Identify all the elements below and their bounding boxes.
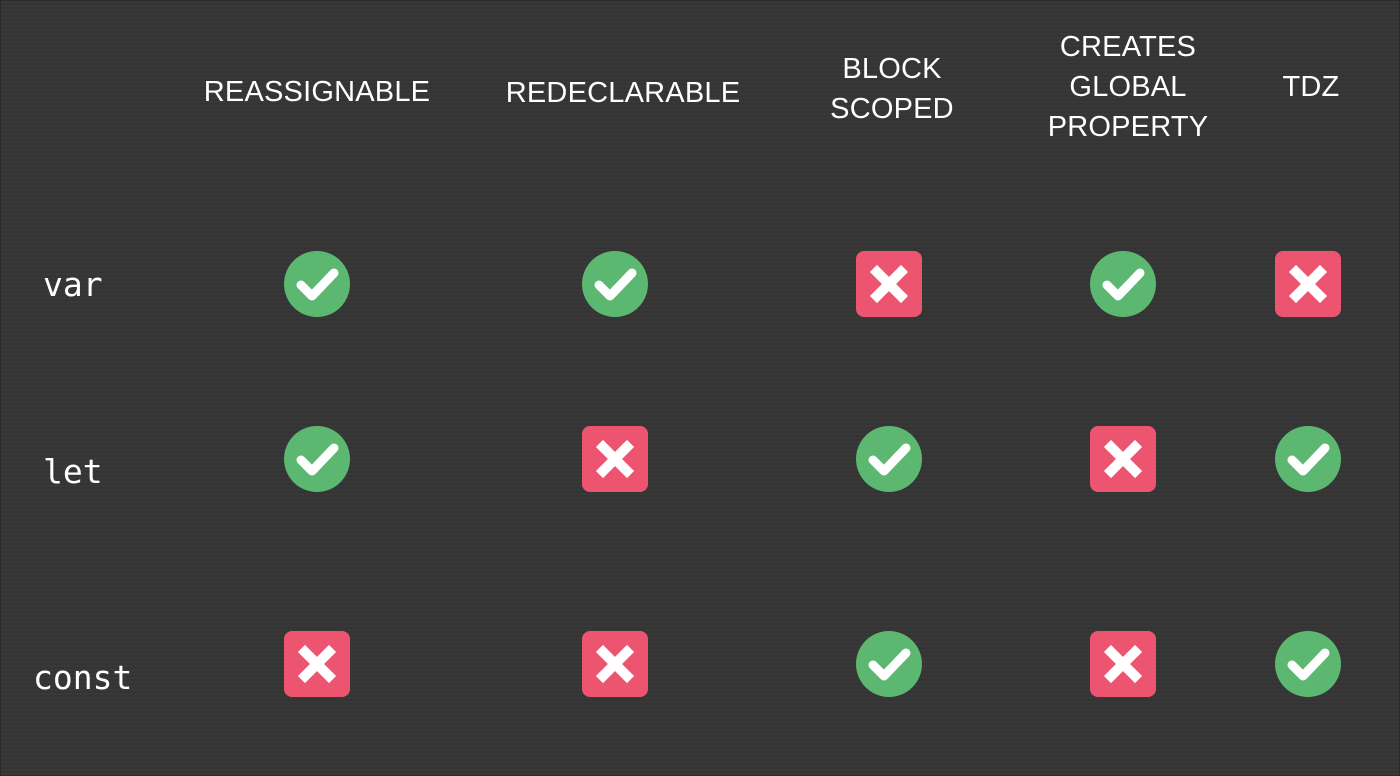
check-icon <box>1275 426 1341 492</box>
check-icon <box>284 251 350 317</box>
cross-icon <box>1090 426 1156 492</box>
column-header-tdz: TDZ <box>1282 71 1340 103</box>
check-icon <box>856 426 922 492</box>
check-icon <box>1275 631 1341 697</box>
column-header-redeclarable: REDECLARABLE <box>505 77 741 109</box>
check-icon <box>284 426 350 492</box>
cross-icon <box>1090 631 1156 697</box>
cross-icon <box>284 631 350 697</box>
column-header-reassignable: REASSIGNABLE <box>203 76 431 108</box>
row-label-var: var <box>43 265 103 304</box>
cross-icon <box>582 631 648 697</box>
row-label-let: let <box>43 452 103 491</box>
check-icon <box>582 251 648 317</box>
column-header-block-scoped: BLOCK SCOPED <box>830 53 954 125</box>
row-label-const: const <box>33 658 133 697</box>
cross-icon <box>582 426 648 492</box>
check-icon <box>856 631 922 697</box>
cross-icon <box>856 251 922 317</box>
check-icon <box>1090 251 1156 317</box>
cross-icon <box>1275 251 1341 317</box>
comparison-slide: REASSIGNABLE REDECLARABLE BLOCK SCOPED C… <box>0 0 1400 776</box>
